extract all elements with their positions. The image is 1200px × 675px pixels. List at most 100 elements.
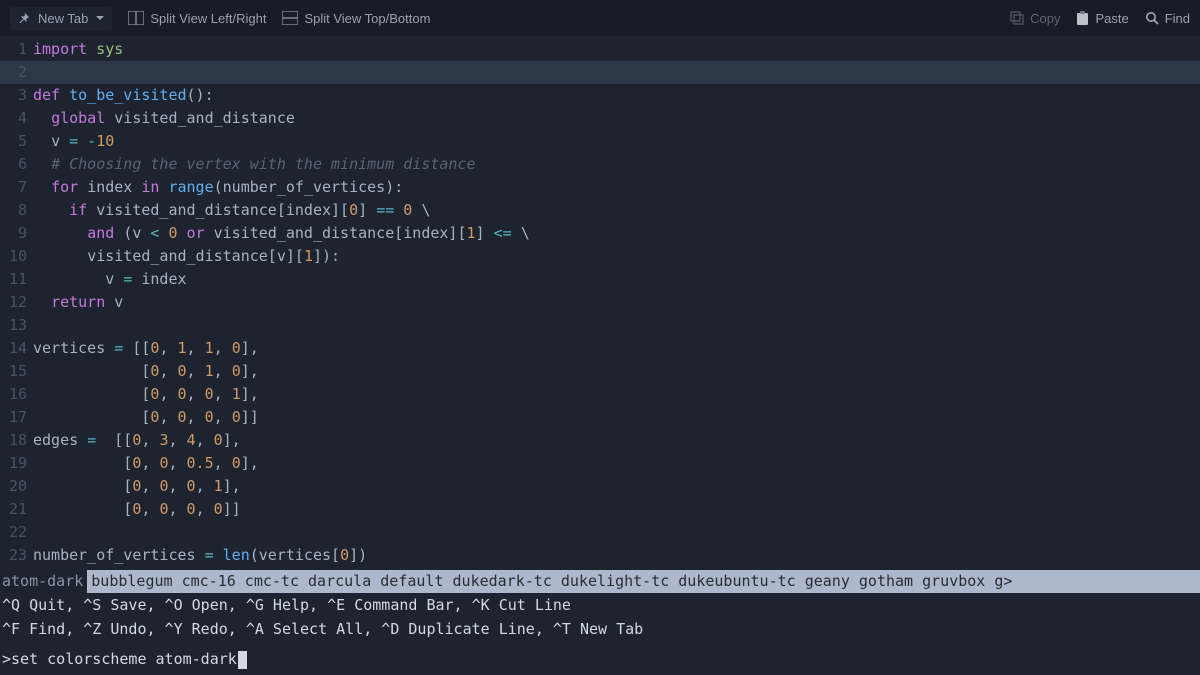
paste-icon (1076, 11, 1089, 26)
code-line[interactable]: 23number_of_vertices = len(vertices[0]) (0, 544, 1200, 567)
code-line[interactable]: 22 (0, 521, 1200, 544)
code-line[interactable]: 20 [0, 0, 0, 1], (0, 475, 1200, 498)
line-content[interactable]: [0, 0, 0, 0]] (33, 498, 1200, 521)
line-content[interactable]: v = -10 (33, 130, 1200, 153)
copy-icon (1010, 11, 1024, 25)
line-content[interactable]: global visited_and_distance (33, 107, 1200, 130)
chevron-down-icon[interactable] (96, 14, 104, 22)
line-number: 22 (0, 521, 33, 544)
split-tb-icon (282, 11, 298, 25)
tab-label: New Tab (38, 11, 88, 26)
code-line[interactable]: 8 if visited_and_distance[index][0] == 0… (0, 199, 1200, 222)
split-tb-label: Split View Top/Bottom (304, 11, 430, 26)
toolbar-right: Copy Paste Find (1010, 11, 1190, 26)
line-content[interactable]: [0, 0, 0, 1], (33, 475, 1200, 498)
line-number: 7 (0, 176, 33, 199)
line-number: 20 (0, 475, 33, 498)
toolbar-left: New Tab Split View Left/Right Split View… (10, 7, 430, 30)
line-content[interactable]: number_of_vertices = len(vertices[0]) (33, 544, 1200, 567)
code-line[interactable]: 12 return v (0, 291, 1200, 314)
code-line[interactable]: 6 # Choosing the vertex with the minimum… (0, 153, 1200, 176)
line-number: 8 (0, 199, 33, 222)
line-content[interactable]: return v (33, 291, 1200, 314)
line-number: 9 (0, 222, 33, 245)
line-content[interactable]: def to_be_visited(): (33, 84, 1200, 107)
code-line[interactable]: 5 v = -10 (0, 130, 1200, 153)
line-content[interactable]: edges = [[0, 3, 4, 0], (33, 429, 1200, 452)
code-editor[interactable]: 1import sys23def to_be_visited():4 globa… (0, 38, 1200, 567)
cmd-text: set colorscheme atom-dark (11, 648, 237, 671)
line-content[interactable]: [0, 0, 0.5, 0], (33, 452, 1200, 475)
line-number: 3 (0, 84, 33, 107)
line-number: 19 (0, 452, 33, 475)
line-number: 10 (0, 245, 33, 268)
split-lr-icon (128, 11, 144, 25)
line-number: 17 (0, 406, 33, 429)
line-content[interactable]: v = index (33, 268, 1200, 291)
code-line[interactable]: 10 visited_and_distance[v][1]): (0, 245, 1200, 268)
scheme-rest[interactable]: bubblegum cmc-16 cmc-tc darcula default … (87, 570, 1200, 593)
code-line[interactable]: 1import sys (0, 38, 1200, 61)
line-number: 6 (0, 153, 33, 176)
code-line[interactable]: 16 [0, 0, 0, 1], (0, 383, 1200, 406)
line-content[interactable] (33, 314, 1200, 337)
code-line[interactable]: 14vertices = [[0, 1, 1, 0], (0, 337, 1200, 360)
split-tb-button[interactable]: Split View Top/Bottom (282, 11, 430, 26)
code-line[interactable]: 15 [0, 0, 1, 0], (0, 360, 1200, 383)
line-content[interactable]: # Choosing the vertex with the minimum d… (33, 153, 1200, 176)
command-bar[interactable]: > set colorscheme atom-dark (2, 648, 247, 671)
code-line[interactable]: 9 and (v < 0 or visited_and_distance[ind… (0, 222, 1200, 245)
code-line[interactable]: 21 [0, 0, 0, 0]] (0, 498, 1200, 521)
line-content[interactable]: visited_and_distance[v][1]): (33, 245, 1200, 268)
line-number: 11 (0, 268, 33, 291)
toolbar: New Tab Split View Left/Right Split View… (0, 0, 1200, 36)
line-content[interactable]: [0, 0, 0, 0]] (33, 406, 1200, 429)
line-content[interactable]: vertices = [[0, 1, 1, 0], (33, 337, 1200, 360)
code-line[interactable]: 17 [0, 0, 0, 0]] (0, 406, 1200, 429)
pushpin-icon (18, 12, 30, 24)
split-lr-button[interactable]: Split View Left/Right (128, 11, 266, 26)
text-cursor (238, 651, 247, 669)
line-content[interactable]: and (v < 0 or visited_and_distance[index… (33, 222, 1200, 245)
line-number: 15 (0, 360, 33, 383)
paste-button[interactable]: Paste (1076, 11, 1128, 26)
line-number: 16 (0, 383, 33, 406)
help-line-2: ^F Find, ^Z Undo, ^Y Redo, ^A Select All… (2, 618, 643, 641)
line-number: 4 (0, 107, 33, 130)
code-line[interactable]: 19 [0, 0, 0.5, 0], (0, 452, 1200, 475)
copy-label: Copy (1030, 11, 1060, 26)
line-content[interactable] (33, 521, 1200, 544)
colorscheme-completions[interactable]: atom-dark bubblegum cmc-16 cmc-tc darcul… (0, 570, 1200, 593)
code-line[interactable]: 11 v = index (0, 268, 1200, 291)
split-lr-label: Split View Left/Right (150, 11, 266, 26)
cmd-prompt: > (2, 648, 11, 671)
code-line[interactable]: 18edges = [[0, 3, 4, 0], (0, 429, 1200, 452)
line-number: 18 (0, 429, 33, 452)
line-number: 1 (0, 38, 33, 61)
help-line-1: ^Q Quit, ^S Save, ^O Open, ^G Help, ^E C… (2, 594, 571, 617)
line-number: 2 (0, 61, 33, 84)
line-number: 14 (0, 337, 33, 360)
find-label: Find (1165, 11, 1190, 26)
line-number: 21 (0, 498, 33, 521)
code-line[interactable]: 7 for index in range(number_of_vertices)… (0, 176, 1200, 199)
line-content[interactable]: [0, 0, 0, 1], (33, 383, 1200, 406)
scheme-active[interactable]: atom-dark (0, 570, 87, 593)
code-line[interactable]: 13 (0, 314, 1200, 337)
paste-label: Paste (1095, 11, 1128, 26)
line-content[interactable]: import sys (33, 38, 1200, 61)
line-content[interactable] (33, 61, 1200, 84)
line-content[interactable]: for index in range(number_of_vertices): (33, 176, 1200, 199)
line-number: 5 (0, 130, 33, 153)
tab-new[interactable]: New Tab (10, 7, 112, 30)
copy-button[interactable]: Copy (1010, 11, 1060, 26)
code-line[interactable]: 2 (0, 61, 1200, 84)
code-line[interactable]: 4 global visited_and_distance (0, 107, 1200, 130)
line-content[interactable]: [0, 0, 1, 0], (33, 360, 1200, 383)
code-line[interactable]: 3def to_be_visited(): (0, 84, 1200, 107)
line-number: 12 (0, 291, 33, 314)
line-content[interactable]: if visited_and_distance[index][0] == 0 \ (33, 199, 1200, 222)
search-icon (1145, 11, 1159, 25)
find-button[interactable]: Find (1145, 11, 1190, 26)
line-number: 13 (0, 314, 33, 337)
